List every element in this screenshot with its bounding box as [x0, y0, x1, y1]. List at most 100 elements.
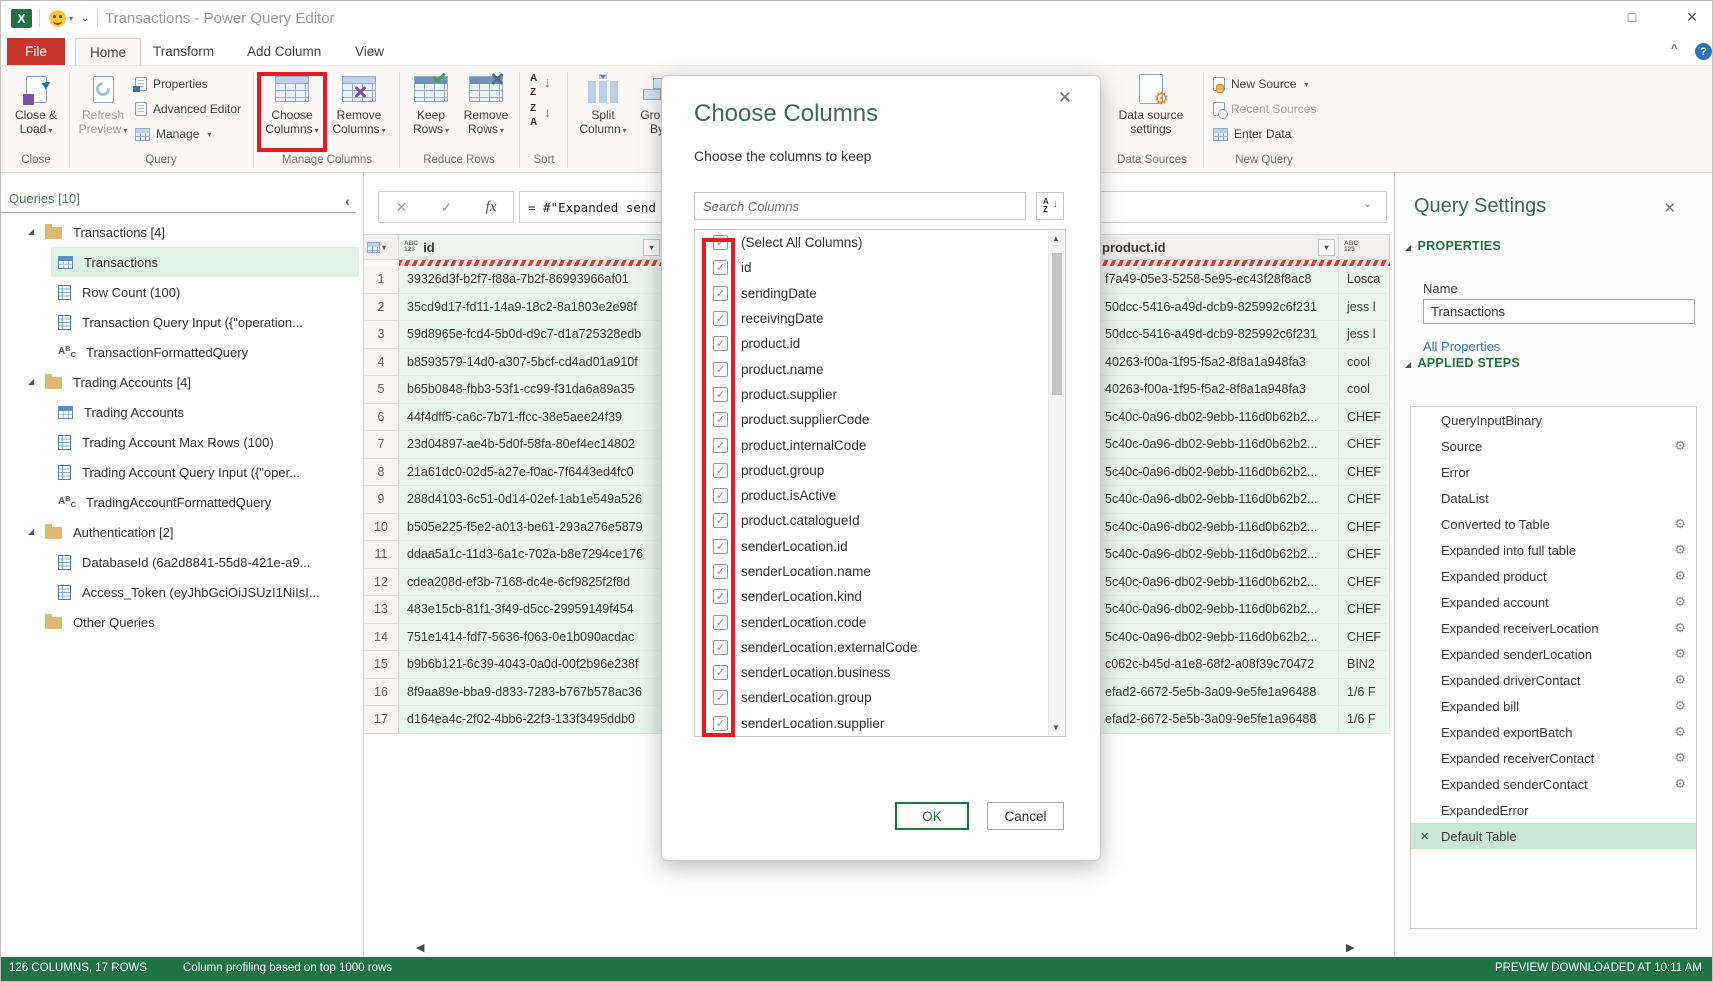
- tab-transform[interactable]: Transform: [139, 38, 228, 65]
- column-option[interactable]: ✓senderLocation.id: [695, 534, 1065, 559]
- column-option[interactable]: ✓senderLocation.name: [695, 559, 1065, 584]
- step-expanded-into-full-table[interactable]: Expanded into full table⚙: [1411, 537, 1696, 563]
- advanced-editor-button[interactable]: Advanced Editor: [135, 99, 241, 119]
- search-columns-input[interactable]: [694, 192, 1026, 220]
- step-converted-to-table[interactable]: Converted to Table⚙: [1411, 511, 1696, 537]
- expander-icon[interactable]: ◢: [28, 227, 34, 236]
- step-expanded-sender-contact[interactable]: Expanded senderContact⚙: [1411, 771, 1696, 797]
- scroll-right-icon[interactable]: ▶: [1346, 941, 1354, 954]
- sort-columns-button[interactable]: AZ↓: [1036, 192, 1064, 220]
- query-item-database-id[interactable]: DatabaseId (6a2d8841-55d8-421e-a9...: [1, 547, 362, 577]
- step-settings-gear-icon[interactable]: ⚙: [1674, 698, 1686, 714]
- tab-file[interactable]: File: [7, 38, 65, 65]
- column-option[interactable]: ✓senderLocation.supplier: [695, 711, 1065, 736]
- close-and-load-button[interactable]: Close & Load▾: [7, 72, 65, 152]
- query-item-trading-account-max-rows[interactable]: Trading Account Max Rows (100): [1, 427, 362, 457]
- step-settings-gear-icon[interactable]: ⚙: [1674, 724, 1686, 740]
- query-item-row-count[interactable]: Row Count (100): [1, 277, 362, 307]
- query-item-trading-account-formatted-query[interactable]: ABCTradingAccountFormattedQuery: [1, 487, 362, 517]
- step-settings-gear-icon[interactable]: ⚙: [1674, 646, 1686, 662]
- column-option[interactable]: ✓product.isActive: [695, 483, 1065, 508]
- formula-cancel-icon[interactable]: ✕: [396, 199, 408, 216]
- column-option[interactable]: ✓id: [695, 255, 1065, 280]
- column-option[interactable]: ✓sendingDate: [695, 281, 1065, 306]
- tab-add-column[interactable]: Add Column: [233, 38, 335, 65]
- tab-view[interactable]: View: [341, 38, 398, 65]
- enter-data-button[interactable]: Enter Data: [1213, 124, 1291, 144]
- checkbox-checked[interactable]: ✓: [713, 665, 728, 680]
- checkbox-checked[interactable]: ✓: [713, 513, 728, 528]
- step-default-table[interactable]: ✕Default Table: [1411, 823, 1696, 849]
- choose-columns-button[interactable]: Choose Columns▾: [263, 72, 321, 152]
- close-dialog-icon[interactable]: ✕: [1058, 88, 1072, 108]
- column-option[interactable]: ✓product.internalCode: [695, 432, 1065, 457]
- status-profiling[interactable]: Column profiling based on top 1000 rows: [183, 962, 392, 974]
- ok-button[interactable]: OK: [895, 802, 969, 830]
- dialog-scrollbar[interactable]: ▲▼: [1048, 231, 1064, 735]
- column-option[interactable]: ✓senderLocation.group: [695, 685, 1065, 710]
- query-group-trading-accounts[interactable]: ◢Trading Accounts [4]: [1, 367, 362, 397]
- split-column-button[interactable]: Split Column▾: [577, 72, 629, 152]
- scroll-down-icon[interactable]: ▼: [1052, 723, 1060, 732]
- query-group-other-queries[interactable]: Other Queries: [1, 607, 362, 637]
- close-window-button[interactable]: ✕: [1679, 9, 1705, 26]
- checkbox-checked[interactable]: ✓: [713, 235, 728, 250]
- checkbox-checked[interactable]: ✓: [713, 362, 728, 377]
- checkbox-checked[interactable]: ✓: [713, 387, 728, 402]
- column-header-partial[interactable]: ABC123: [1339, 234, 1390, 260]
- scrollbar-thumb[interactable]: [1052, 253, 1062, 395]
- query-group-authentication[interactable]: ◢Authentication [2]: [1, 517, 362, 547]
- step-settings-gear-icon[interactable]: ⚙: [1674, 594, 1686, 610]
- step-settings-gear-icon[interactable]: ⚙: [1674, 750, 1686, 766]
- column-option[interactable]: ✓product.id: [695, 331, 1065, 356]
- column-header-product-id[interactable]: product.id▾: [1097, 234, 1339, 260]
- manage-button[interactable]: Manage▾: [135, 124, 211, 144]
- delete-step-icon[interactable]: ✕: [1420, 830, 1429, 843]
- column-option[interactable]: ✓product.catalogueId: [695, 508, 1065, 533]
- maximize-button[interactable]: □: [1619, 9, 1645, 25]
- help-icon[interactable]: ?: [1695, 43, 1712, 60]
- feedback-smiley-icon[interactable]: [49, 10, 66, 27]
- expander-icon[interactable]: ◢: [28, 527, 34, 536]
- quick-access-toolbar-icon[interactable]: ⌄: [81, 13, 89, 24]
- query-item-transactions[interactable]: Transactions: [1, 247, 362, 277]
- checkbox-checked[interactable]: ✓: [713, 488, 728, 503]
- step-expanded-driver-contact[interactable]: Expanded driverContact⚙: [1411, 667, 1696, 693]
- checkbox-checked[interactable]: ✓: [713, 412, 728, 427]
- column-option[interactable]: ✓product.supplier: [695, 382, 1065, 407]
- column-option[interactable]: ✓receivingDate: [695, 306, 1065, 331]
- query-item-trading-account-query-input[interactable]: Trading Account Query Input ({"oper...: [1, 457, 362, 487]
- checkbox-checked[interactable]: ✓: [713, 690, 728, 705]
- query-name-input[interactable]: [1423, 299, 1695, 324]
- checkbox-checked[interactable]: ✓: [713, 539, 728, 554]
- step-settings-gear-icon[interactable]: ⚙: [1674, 620, 1686, 636]
- column-option[interactable]: ✓product.supplierCode: [695, 407, 1065, 432]
- cancel-button[interactable]: Cancel: [987, 802, 1064, 830]
- column-option[interactable]: ✓senderLocation.externalCode: [695, 635, 1065, 660]
- smiley-dropdown-icon[interactable]: ▾: [69, 14, 73, 23]
- applied-steps-section-header[interactable]: ◢APPLIED STEPS: [1405, 356, 1520, 370]
- query-item-transaction-query-input[interactable]: Transaction Query Input ({"operation...: [1, 307, 362, 337]
- expander-icon[interactable]: ◢: [28, 377, 34, 386]
- step-settings-gear-icon[interactable]: ⚙: [1674, 542, 1686, 558]
- collapse-queries-pane-icon[interactable]: ‹: [345, 193, 350, 209]
- fx-icon[interactable]: fx: [486, 199, 497, 216]
- step-settings-gear-icon[interactable]: ⚙: [1674, 516, 1686, 532]
- step-expanded-account[interactable]: Expanded account⚙: [1411, 589, 1696, 615]
- grid-corner-cell[interactable]: ▾: [364, 234, 399, 260]
- checkbox-checked[interactable]: ✓: [713, 615, 728, 630]
- step-source[interactable]: Source⚙: [1411, 433, 1696, 459]
- column-header-id[interactable]: ABC123id▾: [399, 234, 664, 260]
- refresh-preview-button[interactable]: Refresh Preview▾: [75, 72, 131, 152]
- collapse-ribbon-icon[interactable]: ^: [1671, 43, 1677, 55]
- column-option[interactable]: ✓senderLocation.business: [695, 660, 1065, 685]
- remove-rows-button[interactable]: Remove Rows▾: [459, 72, 513, 152]
- query-item-trading-accounts[interactable]: Trading Accounts: [1, 397, 362, 427]
- query-item-access-token[interactable]: Access_Token (eyJhbGciOiJSUzI1NiIsI...: [1, 577, 362, 607]
- column-option[interactable]: ✓product.group: [695, 458, 1065, 483]
- step-expanded-receiver-location[interactable]: Expanded receiverLocation⚙: [1411, 615, 1696, 641]
- step-expanded-export-batch[interactable]: Expanded exportBatch⚙: [1411, 719, 1696, 745]
- formula-accept-icon[interactable]: ✓: [441, 199, 453, 216]
- checkbox-checked[interactable]: ✓: [713, 640, 728, 655]
- close-query-settings-icon[interactable]: ✕: [1663, 199, 1676, 217]
